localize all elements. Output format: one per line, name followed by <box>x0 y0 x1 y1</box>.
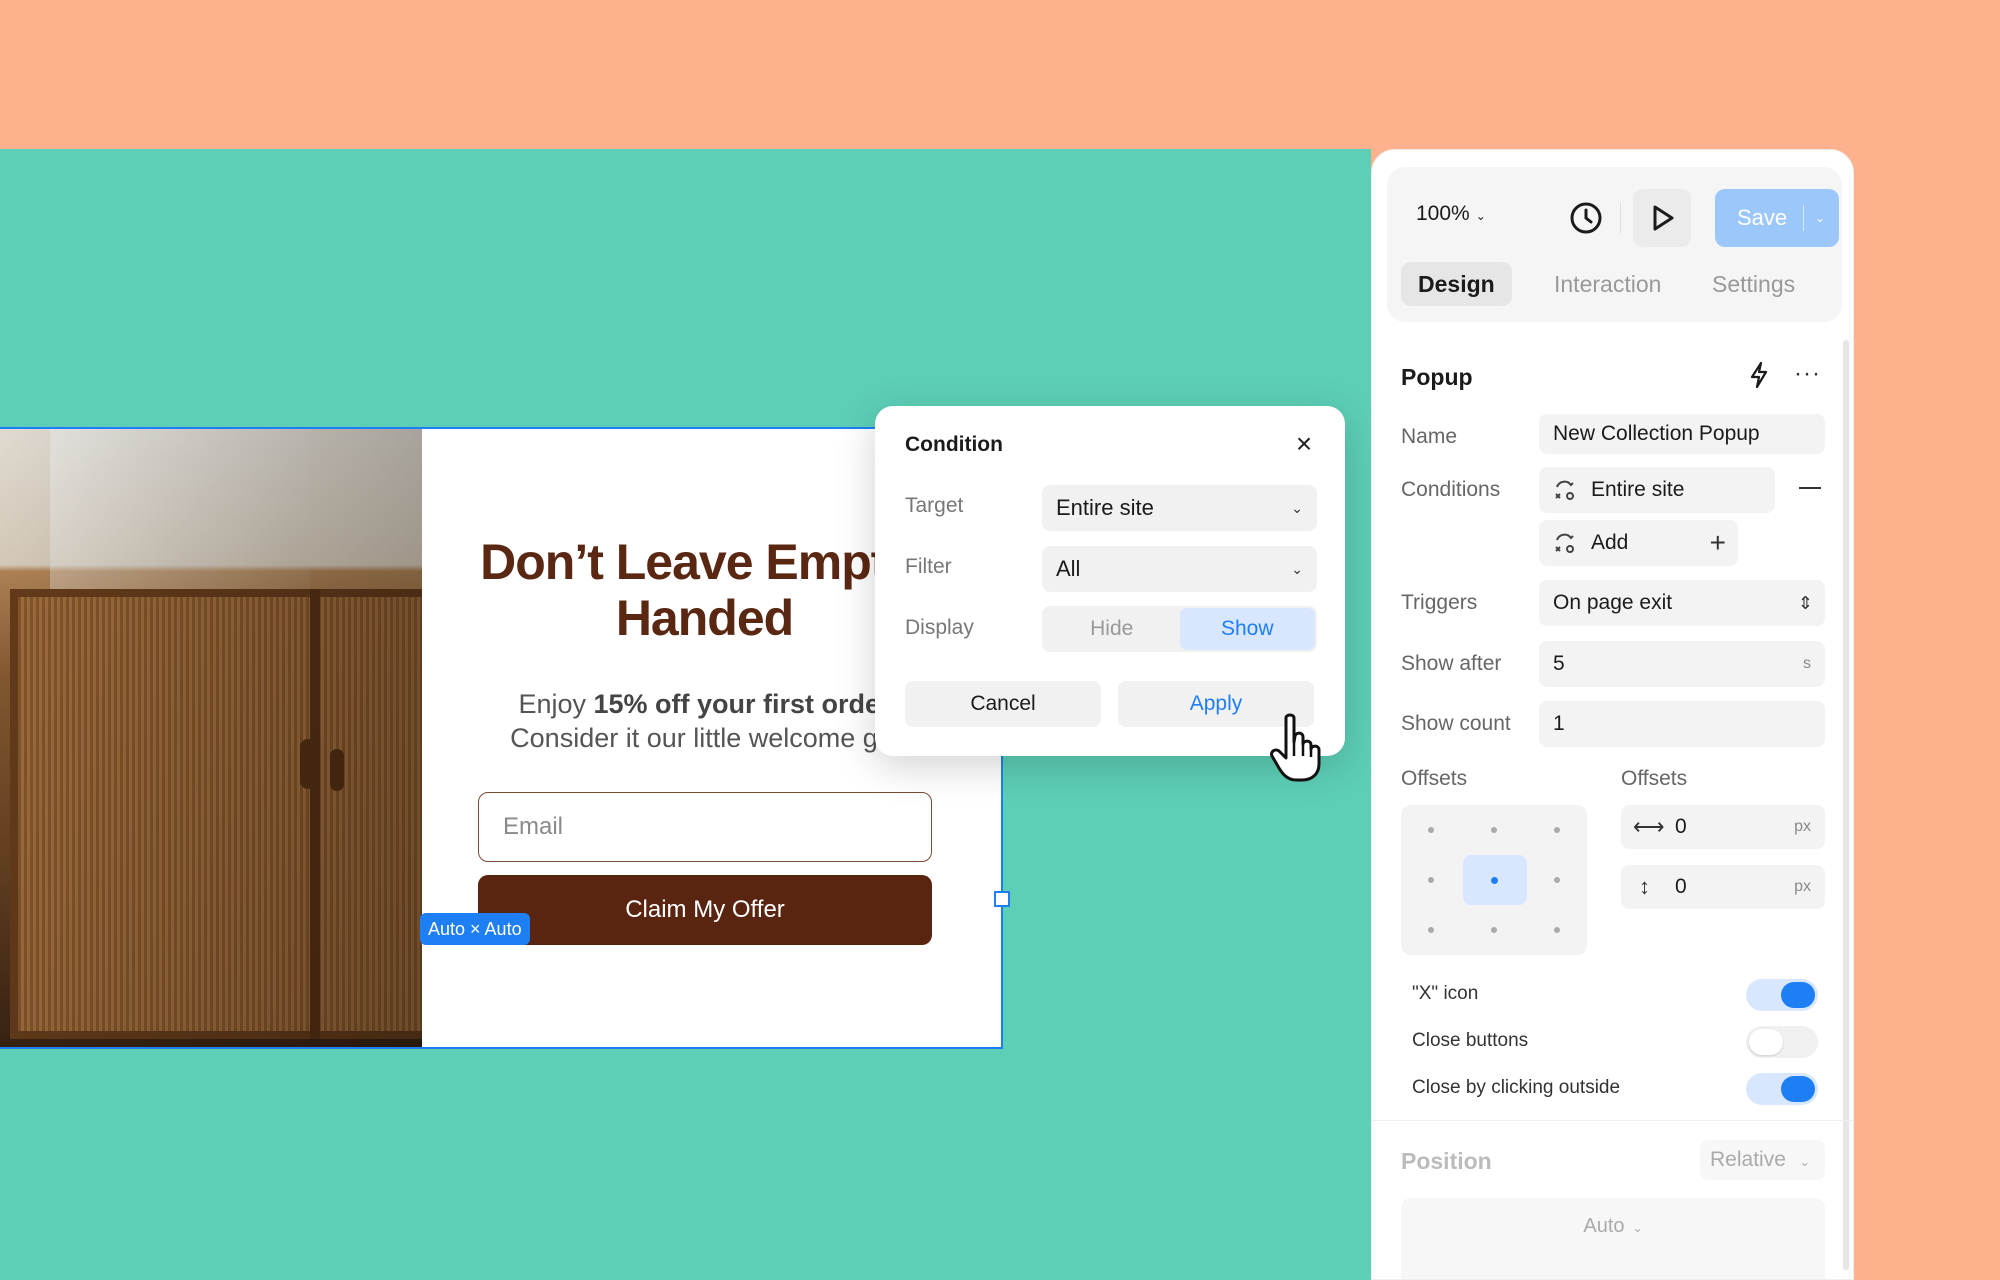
offsets-label-left: Offsets <box>1401 767 1468 790</box>
close-icon[interactable]: × <box>1291 430 1317 458</box>
x-icon-toggle-label: "X" icon <box>1412 983 1479 1004</box>
panel-scrollbar[interactable] <box>1843 340 1849 1270</box>
resize-handle[interactable] <box>994 891 1010 907</box>
vertical-arrows-icon: ↕ <box>1639 874 1650 899</box>
popup-image <box>0 429 422 1047</box>
email-input[interactable] <box>478 792 932 862</box>
zoom-select[interactable]: 100% ⌄ <box>1416 202 1486 226</box>
alignment-grid[interactable] <box>1401 805 1587 955</box>
section-title-popup: Popup <box>1401 364 1473 390</box>
close-buttons-toggle[interactable] <box>1746 1026 1818 1058</box>
clock-icon <box>1570 202 1602 234</box>
chevron-down-icon: ⌄ <box>1632 1221 1643 1235</box>
condition-item[interactable]: Entire site <box>1539 467 1775 513</box>
offset-y-unit: px <box>1794 878 1811 895</box>
lightning-icon[interactable] <box>1748 361 1770 389</box>
close-outside-toggle-label: Close by clicking outside <box>1412 1077 1621 1098</box>
horizontal-arrows-icon: ⟷ <box>1633 814 1665 839</box>
target-label: Target <box>905 494 964 517</box>
dialog-title: Condition <box>905 433 1003 456</box>
target-value: Entire site <box>1056 495 1154 520</box>
show-after-label: Show after <box>1401 652 1502 675</box>
offset-x-field[interactable]: ⟷ 0 px <box>1621 805 1825 849</box>
offset-y-value: 0 <box>1675 875 1687 898</box>
save-button[interactable]: Save ⌄ <box>1715 189 1839 247</box>
condition-icon <box>1555 534 1574 554</box>
zoom-value: 100% <box>1416 202 1470 225</box>
history-button[interactable] <box>1557 189 1615 247</box>
chevron-down-icon: ⌄ <box>1799 1155 1810 1169</box>
chevron-down-icon[interactable]: ⌄ <box>1815 189 1825 247</box>
target-select[interactable]: Entire site ⌄ <box>1042 485 1317 531</box>
tab-design[interactable]: Design <box>1401 262 1512 306</box>
cancel-button[interactable]: Cancel <box>905 681 1101 727</box>
section-divider <box>1372 1120 1853 1121</box>
offset-x-value: 0 <box>1675 815 1687 838</box>
close-outside-toggle[interactable] <box>1746 1073 1818 1105</box>
condition-dialog: Condition × Target Entire site ⌄ Filter … <box>875 406 1345 756</box>
offset-x-unit: px <box>1794 818 1811 835</box>
remove-condition-icon[interactable] <box>1799 487 1821 489</box>
position-title: Position <box>1401 1148 1492 1174</box>
name-label: Name <box>1401 425 1458 448</box>
chevron-down-icon: ⌄ <box>1291 561 1303 577</box>
position-value: Relative <box>1710 1148 1786 1171</box>
subtitle-offer: 15% off your first order <box>593 689 891 719</box>
condition-icon <box>1555 481 1574 501</box>
show-after-unit: s <box>1803 655 1811 672</box>
display-segmented-control: Hide Show <box>1042 606 1317 652</box>
display-hide-option[interactable]: Hide <box>1044 608 1180 650</box>
panel-toolbar: 100% ⌄ Save ⌄ Design Interaction Settings <box>1387 167 1842 322</box>
show-after-field[interactable]: 5 s <box>1539 641 1825 687</box>
display-show-option[interactable]: Show <box>1179 608 1315 650</box>
offset-y-field[interactable]: ↕ 0 px <box>1621 865 1825 909</box>
chevron-down-icon: ⌄ <box>1291 500 1303 516</box>
save-label: Save <box>1737 205 1788 230</box>
play-icon <box>1653 205 1674 231</box>
plus-icon: + <box>1709 527 1726 558</box>
chevron-down-icon: ⌄ <box>1475 209 1486 223</box>
triggers-select[interactable]: On page exit ⇕ <box>1539 580 1825 626</box>
hand-pointer-icon <box>1270 713 1321 782</box>
display-label: Display <box>905 616 974 639</box>
claim-offer-button[interactable]: Claim My Offer <box>478 875 932 945</box>
filter-select[interactable]: All ⌄ <box>1042 546 1317 592</box>
more-options-icon[interactable]: ··· <box>1794 360 1821 388</box>
name-field[interactable]: New Collection Popup <box>1539 414 1825 454</box>
condition-item-label: Entire site <box>1591 478 1685 501</box>
show-count-field[interactable]: 1 <box>1539 701 1825 747</box>
filter-value: All <box>1056 556 1081 581</box>
position-box: Auto ⌄ <box>1401 1198 1825 1279</box>
triggers-value: On page exit <box>1553 591 1673 614</box>
position-auto-value: Auto <box>1583 1215 1625 1237</box>
conditions-label: Conditions <box>1401 478 1501 501</box>
chevron-updown-icon: ⇕ <box>1797 593 1813 613</box>
tab-interaction[interactable]: Interaction <box>1537 262 1678 306</box>
subtitle-line2: Consider it our little welcome gift <box>510 723 899 753</box>
preview-button[interactable] <box>1633 189 1691 247</box>
x-icon-toggle[interactable] <box>1746 979 1818 1011</box>
filter-label: Filter <box>905 555 952 578</box>
offsets-label-right: Offsets <box>1621 767 1688 790</box>
size-badge: Auto × Auto <box>420 913 530 945</box>
position-auto[interactable]: Auto ⌄ <box>1401 1215 1825 1238</box>
popup-preview[interactable]: Don’t Leave Empty-Handed Enjoy 15% off y… <box>0 427 1003 1049</box>
show-after-value: 5 <box>1553 652 1565 675</box>
tab-settings[interactable]: Settings <box>1695 262 1812 306</box>
show-count-label: Show count <box>1401 712 1511 735</box>
triggers-label: Triggers <box>1401 591 1478 614</box>
properties-panel: 100% ⌄ Save ⌄ Design Interaction Settings… <box>1371 149 1854 1280</box>
subtitle-prefix: Enjoy <box>518 689 594 719</box>
close-buttons-toggle-label: Close buttons <box>1412 1030 1529 1051</box>
position-select[interactable]: Relative ⌄ <box>1700 1140 1825 1180</box>
toolbar-divider <box>1620 203 1621 233</box>
add-label: Add <box>1591 531 1629 554</box>
add-condition-button[interactable]: Add + <box>1539 520 1738 566</box>
